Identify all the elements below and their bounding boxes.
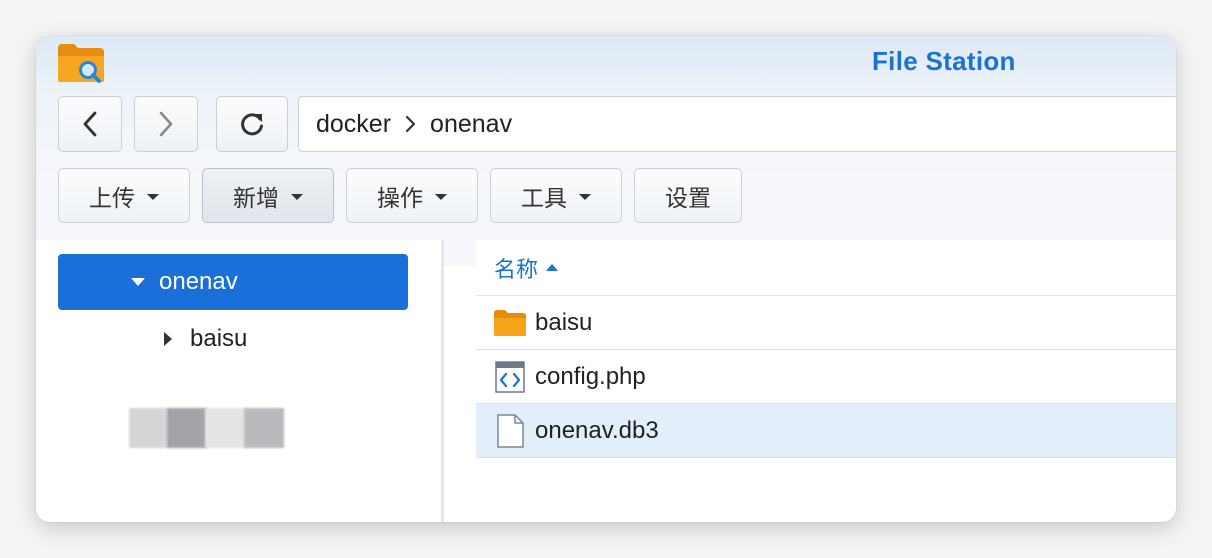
settings-button[interactable]: 设置	[634, 168, 742, 223]
file-row-config-php[interactable]: config.php	[476, 350, 1176, 404]
create-label: 新增	[233, 184, 279, 211]
file-row-onenav-db3[interactable]: onenav.db3	[476, 404, 1176, 458]
tools-button[interactable]: 工具	[490, 168, 622, 223]
caret-down-icon	[147, 193, 159, 200]
pane-divider[interactable]	[441, 240, 444, 522]
create-button[interactable]: 新增	[202, 168, 334, 223]
file-name: baisu	[535, 308, 593, 336]
action-label: 操作	[377, 184, 423, 211]
tree-item-onenav[interactable]: onenav	[58, 254, 408, 310]
redacted-block	[205, 408, 245, 448]
chevron-left-icon	[83, 111, 97, 137]
refresh-icon	[241, 113, 263, 136]
tools-label: 工具	[521, 184, 567, 211]
sort-ascending-icon	[546, 264, 559, 271]
file-station-app-icon	[56, 42, 106, 84]
redacted-block	[129, 408, 169, 448]
folder-icon	[493, 306, 527, 340]
redacted-block	[244, 408, 284, 448]
code-file-icon	[493, 360, 527, 394]
column-name-label: 名称	[494, 256, 539, 282]
caret-down-icon	[579, 193, 591, 200]
file-station-window: File Station docker onenav 上传 新增 操作 工具 设…	[36, 36, 1176, 522]
file-icon	[493, 413, 527, 448]
action-button[interactable]: 操作	[346, 168, 478, 223]
redacted-block	[167, 408, 207, 448]
refresh-button[interactable]	[216, 96, 288, 152]
chevron-right-icon	[405, 115, 416, 133]
file-row-baisu[interactable]: baisu	[476, 296, 1176, 350]
upload-label: 上传	[89, 184, 135, 211]
file-list: 名称 baisu config.php onenav.db3	[476, 240, 1176, 522]
back-button[interactable]	[58, 96, 122, 152]
forward-button[interactable]	[134, 96, 198, 152]
window-title: File Station	[872, 46, 1016, 76]
path-bar[interactable]: docker onenav	[298, 96, 1176, 152]
path-segment-docker[interactable]: docker	[316, 110, 391, 139]
file-name: onenav.db3	[535, 416, 659, 444]
path-segment-onenav[interactable]: onenav	[430, 110, 512, 139]
caret-down-icon	[291, 193, 303, 200]
upload-button[interactable]: 上传	[58, 168, 190, 223]
tree-item-baisu[interactable]: baisu	[164, 324, 247, 354]
caret-right-icon[interactable]	[164, 332, 172, 346]
settings-label: 设置	[665, 184, 711, 211]
column-header-name[interactable]: 名称	[476, 240, 1176, 296]
tree-item-label: baisu	[190, 325, 248, 352]
file-name: config.php	[535, 362, 646, 390]
tree-item-label: onenav	[159, 268, 238, 295]
caret-down-icon[interactable]	[131, 278, 145, 286]
chevron-right-icon	[159, 111, 173, 137]
caret-down-icon	[435, 193, 447, 200]
